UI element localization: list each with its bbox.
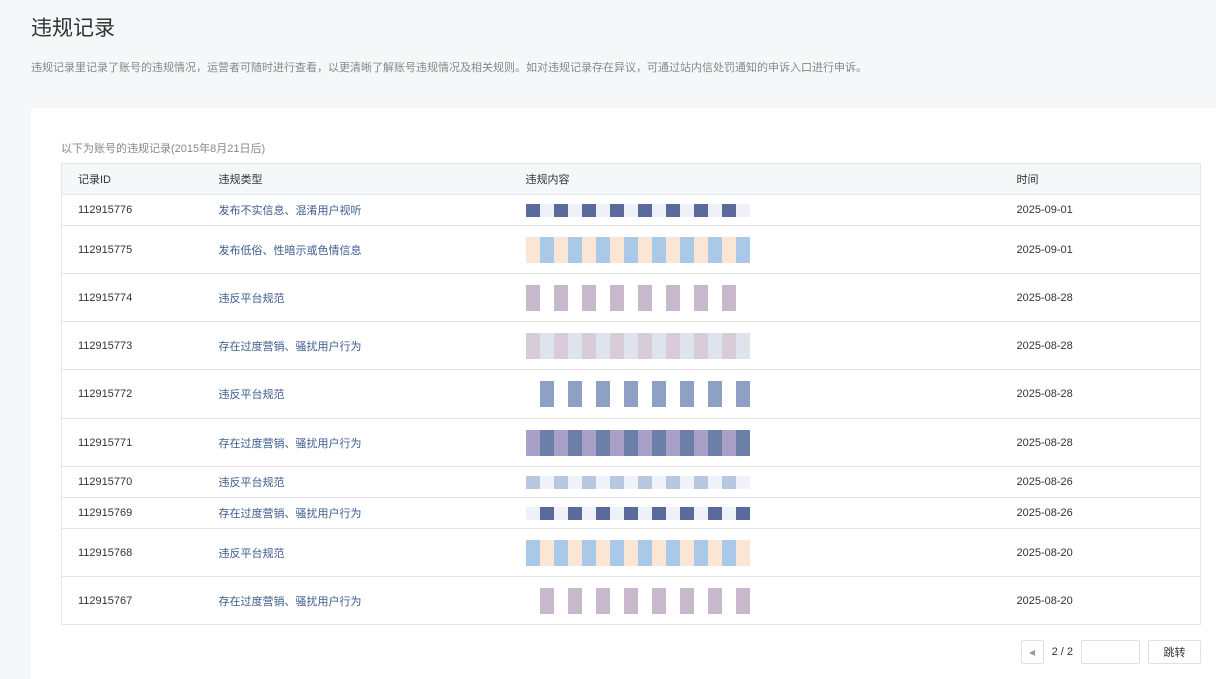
violation-content-cell <box>525 466 1017 498</box>
records-subtitle: 以下为账号的违规记录(2015年8月21日后) <box>61 143 266 155</box>
record-time: 2025-09-01 <box>1016 225 1201 274</box>
violation-content-cell <box>525 369 1017 419</box>
violation-content-cell <box>525 225 1017 274</box>
table-row: 112915769 存在过度营销、骚扰用户行为 2025-08-26 <box>61 497 1201 529</box>
violation-type: 存在过度营销、骚扰用户行为 <box>218 321 526 370</box>
blurred-content <box>525 539 756 566</box>
violation-content-cell <box>525 418 1017 467</box>
table-row: 112915776 发布不实信息、混淆用户视听 2025-09-01 <box>61 194 1201 226</box>
page-info: 2 / 2 <box>1051 646 1073 658</box>
page-title: 违规记录 <box>31 17 115 40</box>
table-row: 112915770 违反平台规范 2025-08-26 <box>61 466 1201 498</box>
pagination: ◀ 2 / 2 跳转 <box>1020 640 1201 664</box>
violation-content-cell <box>525 273 1017 322</box>
table-row: 112915768 违反平台规范 2025-08-20 <box>61 528 1201 577</box>
record-id: 112915773 <box>61 321 219 370</box>
violation-type: 存在过度营销、骚扰用户行为 <box>218 418 526 467</box>
record-time: 2025-08-26 <box>1016 497 1201 529</box>
blurred-content <box>525 236 756 263</box>
blurred-content <box>525 203 756 217</box>
record-time: 2025-09-01 <box>1016 194 1201 226</box>
record-time: 2025-08-26 <box>1016 466 1201 498</box>
violation-content-cell <box>525 321 1017 370</box>
col-header-id: 记录ID <box>61 163 219 195</box>
record-id: 112915774 <box>61 273 219 322</box>
violation-content-cell <box>525 194 1017 226</box>
violation-type: 违反平台规范 <box>218 369 526 419</box>
violation-content-cell <box>525 528 1017 577</box>
table-row: 112915771 存在过度营销、骚扰用户行为 2025-08-28 <box>61 418 1201 467</box>
violation-type: 违反平台规范 <box>218 466 526 498</box>
blurred-content <box>525 429 756 456</box>
record-time: 2025-08-28 <box>1016 321 1201 370</box>
jump-button[interactable]: 跳转 <box>1148 640 1201 664</box>
record-id: 112915768 <box>61 528 219 577</box>
record-id: 112915770 <box>61 466 219 498</box>
table-row: 112915773 存在过度营销、骚扰用户行为 2025-08-28 <box>61 321 1201 370</box>
page-jump-input[interactable] <box>1081 640 1140 664</box>
record-time: 2025-08-28 <box>1016 418 1201 467</box>
record-id: 112915775 <box>61 225 219 274</box>
table-row: 112915772 违反平台规范 2025-08-28 <box>61 369 1201 419</box>
record-time: 2025-08-28 <box>1016 369 1201 419</box>
blurred-content <box>525 506 756 520</box>
record-time: 2025-08-28 <box>1016 273 1201 322</box>
blurred-content <box>525 284 756 311</box>
violation-type: 存在过度营销、骚扰用户行为 <box>218 497 526 529</box>
blurred-content <box>525 587 756 614</box>
table-row: 112915767 存在过度营销、骚扰用户行为 2025-08-20 <box>61 576 1201 625</box>
table-row: 112915774 违反平台规范 2025-08-28 <box>61 273 1201 322</box>
page-description: 违规记录里记录了账号的违规情况，运营者可随时进行查看，以更清晰了解账号违规情况及… <box>31 62 867 74</box>
record-id: 112915771 <box>61 418 219 467</box>
record-time: 2025-08-20 <box>1016 528 1201 577</box>
records-table: 记录ID 违规类型 违规内容 时间 112915776 发布不实信息、混淆用户视… <box>61 163 1201 625</box>
record-id: 112915776 <box>61 194 219 226</box>
record-id: 112915767 <box>61 576 219 625</box>
violation-content-cell <box>525 576 1017 625</box>
blurred-content <box>525 381 756 407</box>
violation-type: 违反平台规范 <box>218 273 526 322</box>
col-header-time: 时间 <box>1016 163 1201 195</box>
records-card: 以下为账号的违规记录(2015年8月21日后) 记录ID 违规类型 违规内容 时… <box>31 108 1216 679</box>
record-id: 112915769 <box>61 497 219 529</box>
blurred-content <box>525 475 756 489</box>
violation-type: 存在过度营销、骚扰用户行为 <box>218 576 526 625</box>
col-header-type: 违规类型 <box>218 163 526 195</box>
record-id: 112915772 <box>61 369 219 419</box>
record-time: 2025-08-20 <box>1016 576 1201 625</box>
violation-type: 发布低俗、性暗示或色情信息 <box>218 225 526 274</box>
violation-type: 发布不实信息、混淆用户视听 <box>218 194 526 226</box>
table-row: 112915775 发布低俗、性暗示或色情信息 2025-09-01 <box>61 225 1201 274</box>
violation-content-cell <box>525 497 1017 529</box>
col-header-content: 违规内容 <box>525 163 1017 195</box>
prev-page-button[interactable]: ◀ <box>1020 640 1044 664</box>
blurred-content <box>525 332 756 359</box>
caret-left-icon: ◀ <box>1029 647 1036 657</box>
violation-type: 违反平台规范 <box>218 528 526 577</box>
